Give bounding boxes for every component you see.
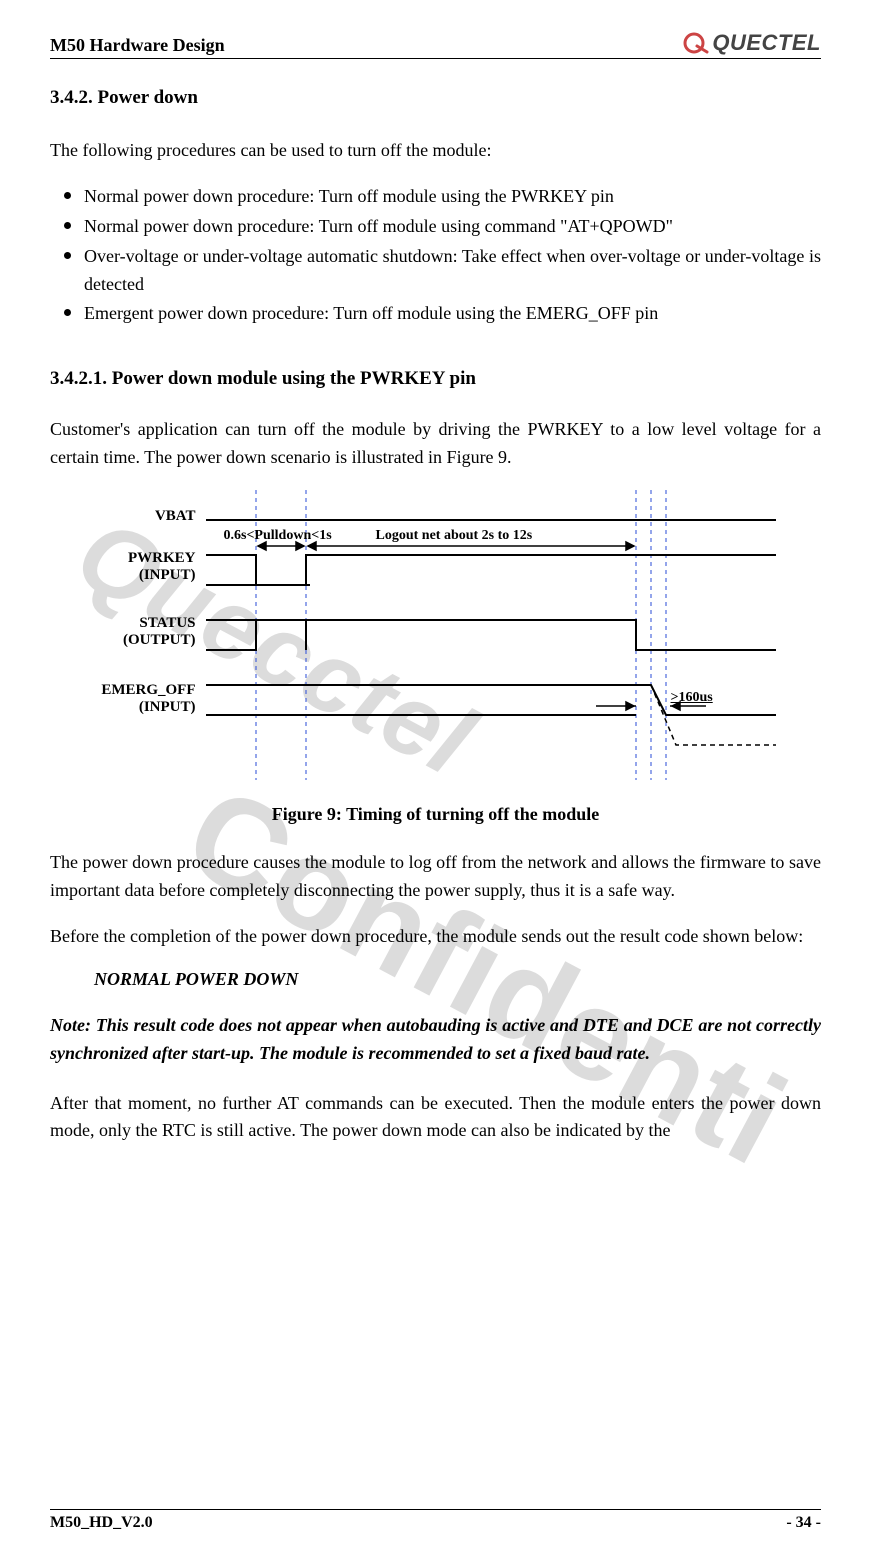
footer-page-number: - 34 -: [786, 1514, 821, 1532]
footer-doc-id: M50_HD_V2.0: [50, 1514, 153, 1532]
result-code: NORMAL POWER DOWN: [94, 969, 821, 990]
ann-pulldown: 0.6s<Pulldown<1s: [224, 528, 332, 544]
brand-logo: QUECTEL: [683, 30, 821, 56]
ann-logout: Logout net about 2s to 12s: [376, 528, 533, 544]
label-status: STATUS (OUTPUT): [76, 615, 196, 648]
list-item: Normal power down procedure: Turn off mo…: [50, 183, 821, 211]
label-status-line1: STATUS: [139, 615, 195, 631]
procedure-list: Normal power down procedure: Turn off mo…: [50, 183, 821, 328]
label-pwrkey: PWRKEY (INPUT): [76, 550, 196, 583]
intro-paragraph: The following procedures can be used to …: [50, 137, 821, 165]
list-item: Normal power down procedure: Turn off mo…: [50, 213, 821, 241]
label-pwrkey-line2: (INPUT): [139, 567, 196, 583]
note-paragraph: Note: This result code does not appear w…: [50, 1012, 821, 1068]
label-pwrkey-line1: PWRKEY: [128, 550, 196, 566]
label-emerg: EMERG_OFF (INPUT): [76, 682, 196, 715]
list-item: Emergent power down procedure: Turn off …: [50, 300, 821, 328]
label-vbat: VBAT: [76, 508, 196, 525]
label-emerg-line1: EMERG_OFF: [101, 682, 195, 698]
subsection-paragraph: Customer's application can turn off the …: [50, 416, 821, 472]
paragraph: The power down procedure causes the modu…: [50, 849, 821, 905]
figure-9: VBAT PWRKEY (INPUT) STATUS (OUTPUT) EMER…: [76, 490, 796, 825]
list-item: Over-voltage or under-voltage automatic …: [50, 243, 821, 299]
quectel-logo-icon: [683, 32, 709, 54]
page-footer: M50_HD_V2.0 - 34 -: [50, 1509, 821, 1532]
figure-title: Timing of turning off the module: [342, 804, 599, 824]
label-emerg-line2: (INPUT): [139, 699, 196, 715]
doc-title: M50 Hardware Design: [50, 35, 225, 56]
ann-160us: >160us: [671, 690, 713, 706]
section-heading: 3.4.2. Power down: [50, 87, 821, 109]
timing-diagram: VBAT PWRKEY (INPUT) STATUS (OUTPUT) EMER…: [76, 490, 796, 790]
brand-name: QUECTEL: [712, 30, 821, 56]
subsection-heading: 3.4.2.1. Power down module using the PWR…: [50, 368, 821, 390]
label-status-line2: (OUTPUT): [123, 632, 196, 648]
figure-number: Figure 9:: [272, 804, 342, 824]
figure-caption: Figure 9: Timing of turning off the modu…: [76, 804, 796, 825]
page-header: M50 Hardware Design QUECTEL: [50, 30, 821, 59]
paragraph: Before the completion of the power down …: [50, 923, 821, 951]
paragraph: After that moment, no further AT command…: [50, 1090, 821, 1146]
